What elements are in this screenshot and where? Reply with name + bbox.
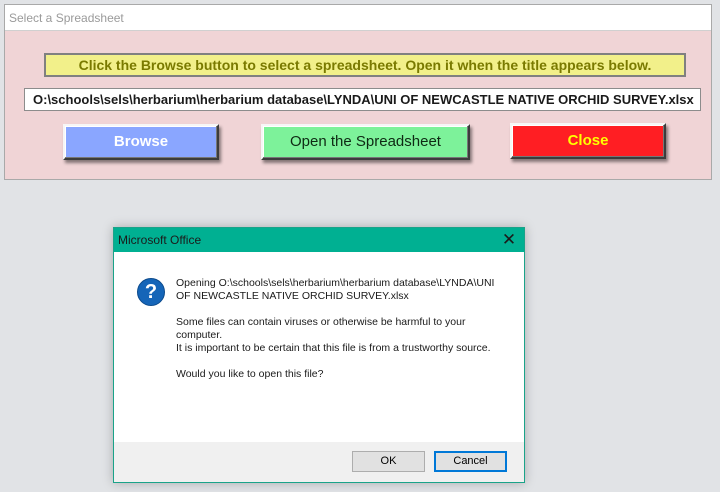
warning-line-1: Some files can contain viruses or otherw… [176, 316, 466, 341]
warning-line-2: It is important to be certain that this … [176, 342, 491, 354]
opening-file-text: Opening O:\schools\sels\herbarium\herbar… [176, 277, 495, 302]
select-spreadsheet-form: Select a Spreadsheet Click the Browse bu… [4, 4, 712, 180]
open-spreadsheet-button[interactable]: Open the Spreadsheet [261, 124, 470, 160]
file-path-field[interactable]: O:\schools\sels\herbarium\herbarium data… [24, 88, 701, 111]
warning-text: Some files can contain viruses or otherw… [176, 316, 506, 355]
dialog-title: Microsoft Office [118, 233, 202, 247]
cancel-button[interactable]: Cancel [434, 451, 507, 472]
instruction-label: Click the Browse button to select a spre… [44, 53, 686, 77]
question-icon: ? [137, 278, 165, 306]
dialog-titlebar[interactable]: Microsoft Office ✕ [114, 228, 524, 252]
dialog-message: Opening O:\schools\sels\herbarium\herbar… [176, 277, 506, 394]
open-file-dialog: Microsoft Office ✕ ? Opening O:\schools\… [113, 227, 525, 483]
close-icon[interactable]: ✕ [494, 228, 524, 252]
form-title: Select a Spreadsheet [5, 5, 711, 31]
ok-button[interactable]: OK [352, 451, 425, 472]
browse-button[interactable]: Browse [63, 124, 219, 160]
close-button[interactable]: Close [510, 123, 666, 159]
confirm-question: Would you like to open this file? [176, 368, 324, 380]
dialog-footer: OK Cancel [114, 442, 524, 482]
